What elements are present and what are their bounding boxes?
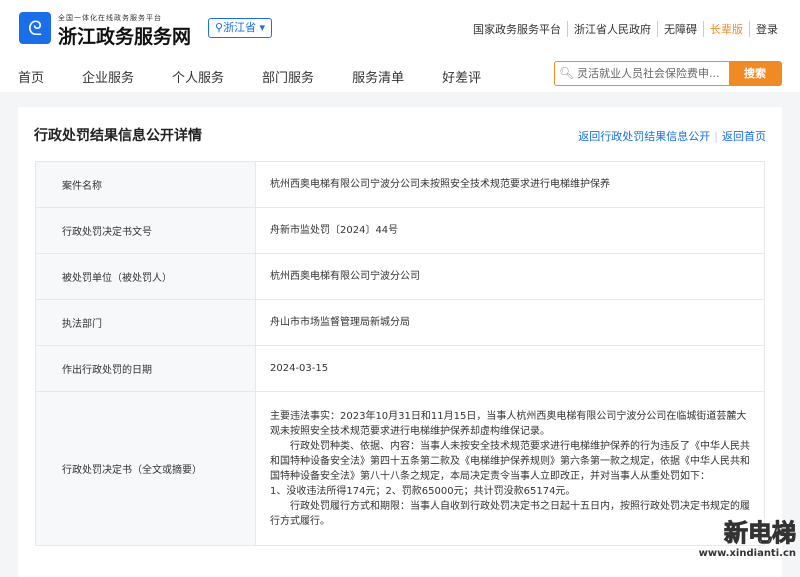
header: ᘓ 全国一体化在线政务服务平台 浙江政务服务网 ⚲浙江省 ▾ 国家政务服务平台 … (0, 0, 800, 92)
nav-review[interactable]: 好差评 (442, 67, 481, 86)
link-elder-mode[interactable]: 长辈版 (703, 21, 749, 37)
paragraph: 行政处罚履行方式和期限：当事人自收到行政处罚决定书之日起十五日内，按照行政处罚决… (270, 500, 750, 527)
main-nav: 首页 企业服务 个人服务 部门服务 服务清单 好差评 (18, 67, 519, 86)
nav-service-list[interactable]: 服务清单 (352, 67, 404, 86)
row-value: 杭州西奥电梯有限公司宁波分公司未按照安全技术规范要求进行电梯维护保养 (255, 161, 765, 208)
table-row: 案件名称 杭州西奥电梯有限公司宁波分公司未按照安全技术规范要求进行电梯维护保养 (35, 161, 765, 208)
paragraph: 行政处罚种类、依据、内容：当事人未按安全技术规范要求进行电梯维护保养的行为违反了… (270, 440, 750, 482)
table-row: 作出行政处罚的日期 2024-03-15 (35, 345, 765, 392)
search-icon: 🔍︎ (559, 66, 575, 80)
search-input[interactable]: 灵活就业人员社会保险费申... (573, 62, 729, 85)
row-label: 案件名称 (35, 161, 256, 208)
row-label: 行政处罚决定书文号 (35, 207, 256, 254)
nav-personal[interactable]: 个人服务 (172, 67, 224, 86)
paragraph: 主要违法事实：2023年10月31日和11月15日，当事人杭州西奥电梯有限公司宁… (270, 410, 747, 437)
row-value: 舟山市市场监督管理局新城分局 (255, 299, 765, 346)
row-value: 舟新市监处罚〔2024〕44号 (255, 207, 765, 254)
link-accessibility[interactable]: 无障碍 (657, 21, 703, 37)
table-row: 行政处罚决定书文号 舟新市监处罚〔2024〕44号 (35, 207, 765, 254)
search-box: 🔍︎ 灵活就业人员社会保险费申... 搜索 (554, 61, 782, 86)
table-row: 行政处罚决定书（全文或摘要） 主要违法事实：2023年10月31日和11月15日… (35, 391, 765, 546)
row-label: 执法部门 (35, 299, 256, 346)
watermark: 新电梯 www.xindianti.cn (698, 513, 797, 560)
page-title: 行政处罚结果信息公开详情 (34, 128, 202, 144)
row-label: 行政处罚决定书（全文或摘要） (35, 391, 256, 546)
detail-card: 行政处罚结果信息公开详情 返回行政处罚结果信息公开 | 返回首页 案件名称 杭州西奥电… (18, 107, 782, 577)
table-row: 被处罚单位（被处罚人） 杭州西奥电梯有限公司宁波分公司 (35, 253, 765, 300)
search-button[interactable]: 搜索 (729, 62, 781, 85)
site-logo-icon[interactable]: ᘓ (19, 12, 51, 44)
location-pin-icon: ⚲ (215, 21, 224, 34)
region-selector[interactable]: ⚲浙江省 ▾ (208, 18, 273, 38)
row-value: 主要违法事实：2023年10月31日和11月15日，当事人杭州西奥电梯有限公司宁… (255, 391, 765, 546)
detail-table: 案件名称 杭州西奥电梯有限公司宁波分公司未按照安全技术规范要求进行电梯维护保养 行… (35, 161, 765, 546)
row-label: 被处罚单位（被处罚人） (35, 253, 256, 300)
paragraph: 1、没收违法所得174元；2、罚款65000元；共计罚没款65174元。 (270, 485, 576, 497)
row-value: 杭州西奥电梯有限公司宁波分公司 (255, 253, 765, 300)
top-links: 国家政务服务平台 浙江省人民政府 无障碍 长辈版 登录 (467, 21, 784, 37)
back-list-link[interactable]: 返回行政处罚结果信息公开 (578, 130, 710, 143)
link-national[interactable]: 国家政务服务平台 (467, 21, 567, 37)
nav-department[interactable]: 部门服务 (262, 67, 314, 86)
link-login[interactable]: 登录 (749, 21, 784, 37)
site-name[interactable]: 浙江政务服务网 (58, 22, 191, 49)
row-label: 作出行政处罚的日期 (35, 345, 256, 392)
row-value: 2024-03-15 (255, 345, 765, 392)
nav-enterprise[interactable]: 企业服务 (82, 67, 134, 86)
table-row: 执法部门 舟山市市场监督管理局新城分局 (35, 299, 765, 346)
watermark-url: www.xindianti.cn (698, 548, 796, 559)
link-province[interactable]: 浙江省人民政府 (567, 21, 657, 37)
nav-home[interactable]: 首页 (18, 67, 44, 86)
back-home-link[interactable]: 返回首页 (722, 130, 766, 143)
watermark-name: 新电梯 (723, 519, 796, 548)
